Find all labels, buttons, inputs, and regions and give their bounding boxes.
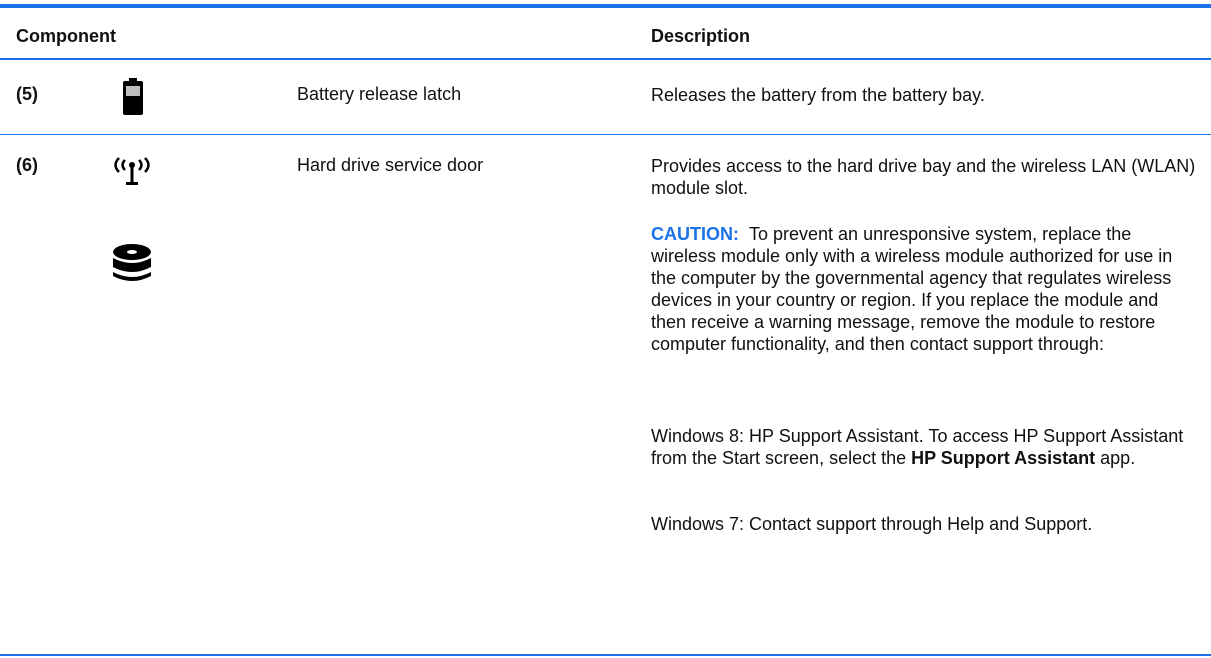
header-description: Description [651, 26, 751, 46]
row-number: (5) [16, 84, 38, 104]
windows8-paragraph: Windows 8: HP Support Assistant. To acce… [651, 425, 1196, 469]
wireless-icon [108, 150, 156, 191]
header-component: Component [16, 26, 116, 46]
header-rule [0, 58, 1211, 60]
component-name: Battery release latch [297, 84, 462, 104]
table-top-rule [0, 4, 1211, 8]
hp-support-assistant-bold: HP Support Assistant [911, 448, 1096, 468]
component-name: Hard drive service door [297, 155, 484, 175]
caution-label: CAUTION: [651, 224, 739, 244]
windows8-text-end: app. [1095, 448, 1136, 468]
table-bottom-rule [0, 654, 1211, 656]
row-number: (6) [16, 155, 38, 175]
battery-icon [122, 78, 144, 121]
windows7-paragraph: Windows 7: Contact support through Help … [651, 514, 1093, 534]
caution-paragraph: CAUTION: To prevent an unresponsive syste… [651, 223, 1196, 355]
hard-drive-icon [111, 243, 153, 288]
description-text: Provides access to the hard drive bay an… [651, 156, 1196, 198]
row-divider [0, 134, 1211, 135]
description-text: Releases the battery from the battery ba… [651, 85, 985, 105]
